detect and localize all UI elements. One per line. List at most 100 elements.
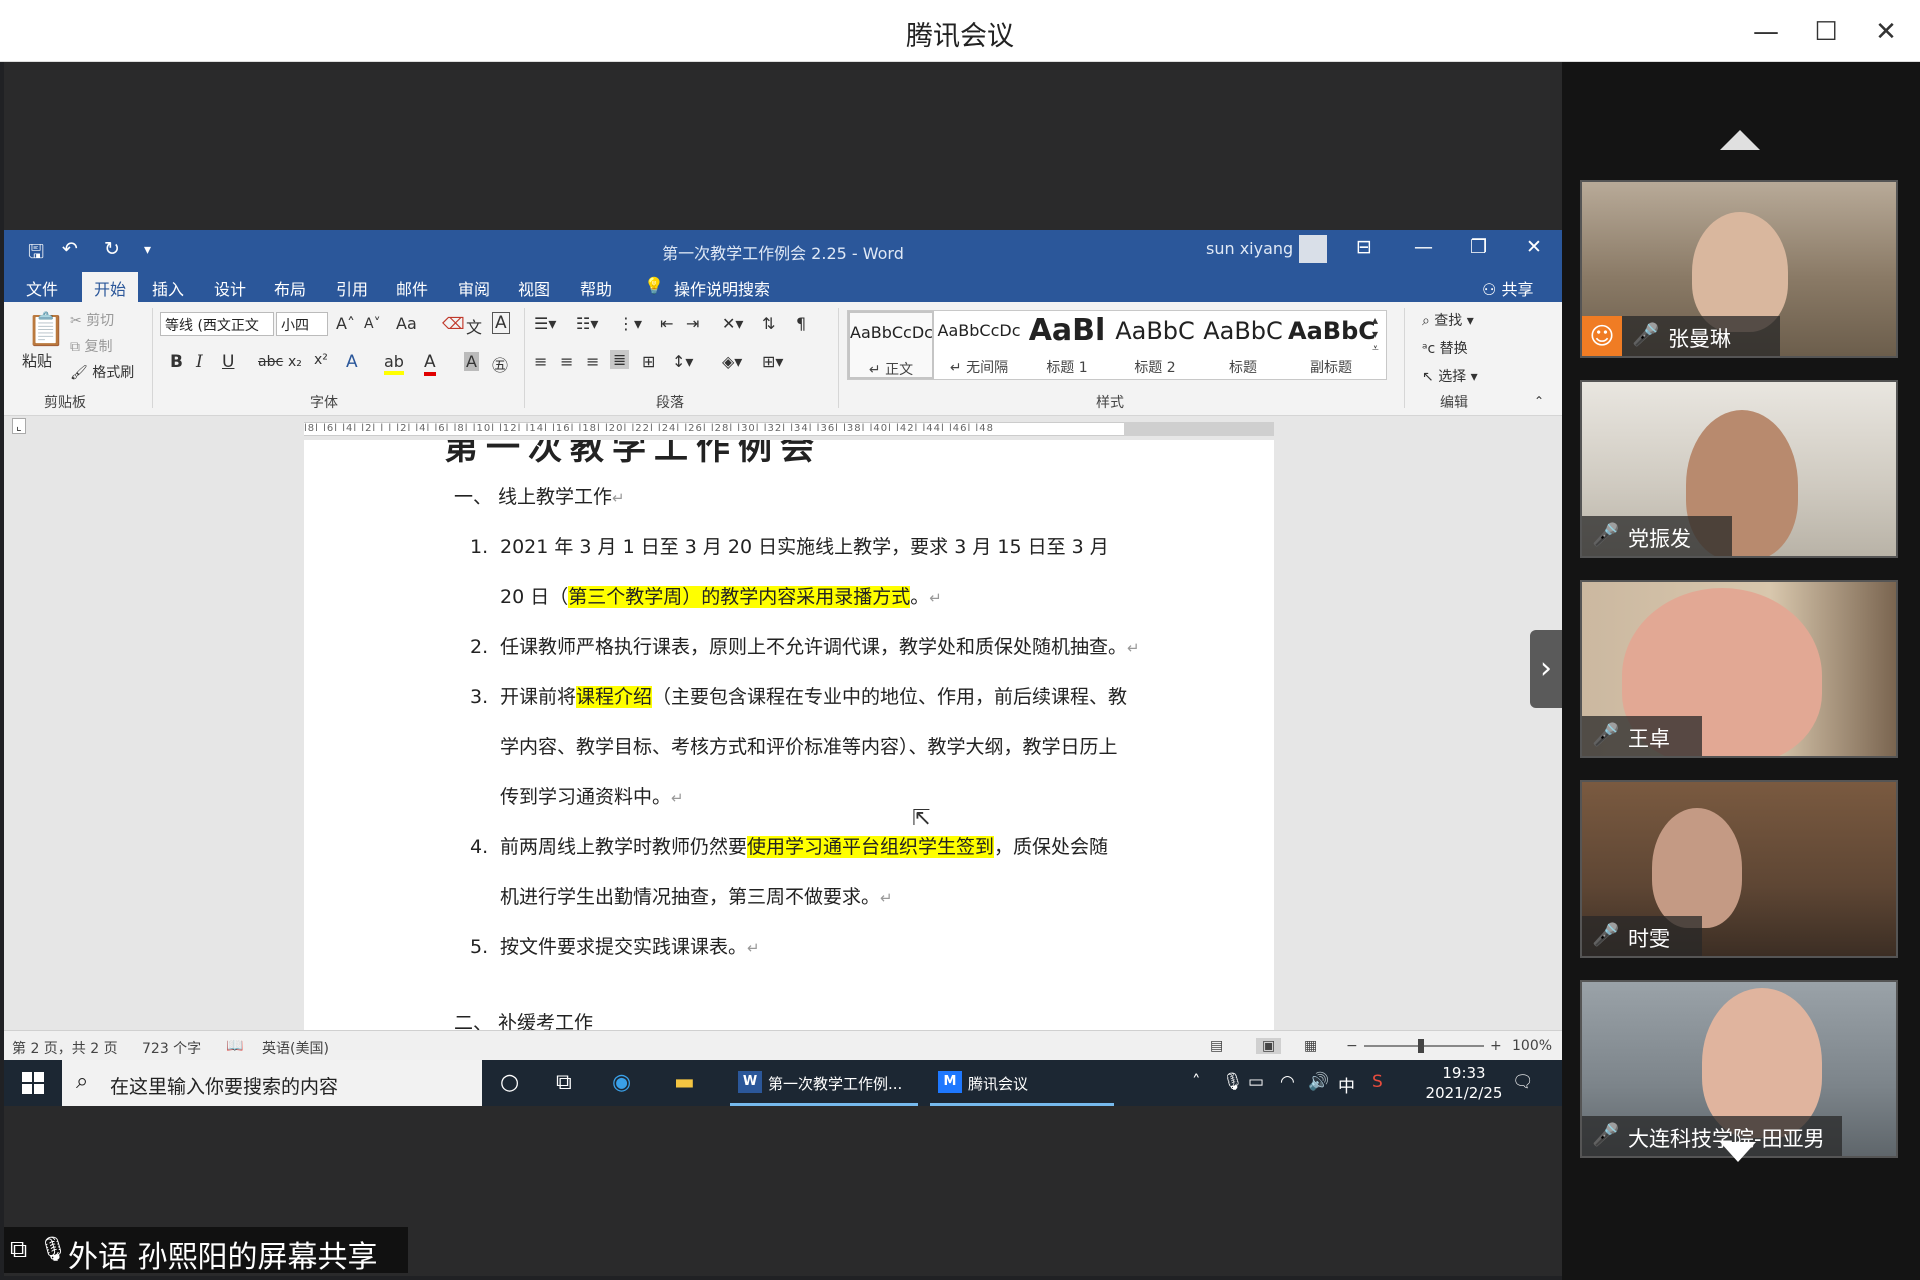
- word-minimize-icon[interactable]: —: [1414, 236, 1433, 258]
- clear-format-icon[interactable]: ⌫: [442, 314, 465, 333]
- paste-icon[interactable]: 📋: [26, 310, 66, 348]
- char-shading-icon[interactable]: A: [464, 352, 479, 371]
- taskbar-clock[interactable]: 19:33 2021/2/25: [1414, 1063, 1514, 1103]
- zoom-slider[interactable]: [1364, 1045, 1484, 1047]
- participant-tile[interactable]: 🎤 王卓: [1580, 580, 1898, 758]
- format-painter-button[interactable]: 🖌 格式刷: [70, 362, 134, 382]
- align-right-icon[interactable]: ≡: [586, 352, 599, 371]
- tab-mailings[interactable]: 邮件: [396, 276, 428, 300]
- participant-tile[interactable]: 🎤 大连科技学院-田亚男: [1580, 980, 1898, 1158]
- align-left-icon[interactable]: ≡: [534, 352, 547, 371]
- tray-chevron-icon[interactable]: ˄: [1192, 1072, 1201, 1092]
- cortana-icon[interactable]: ○: [500, 1070, 519, 1095]
- tab-file[interactable]: 文件: [26, 276, 58, 300]
- font-size-select[interactable]: 小四: [276, 312, 328, 336]
- scroll-up-icon[interactable]: [1720, 130, 1760, 150]
- tab-layout[interactable]: 布局: [274, 276, 306, 300]
- user-avatar[interactable]: [1299, 235, 1327, 263]
- close-icon[interactable]: ✕: [1866, 12, 1906, 52]
- decrease-indent-icon[interactable]: ⇤: [660, 314, 673, 333]
- share-button[interactable]: ⚇ 共享: [1482, 276, 1533, 300]
- page-count[interactable]: 第 2 页，共 2 页: [12, 1038, 118, 1058]
- sort-icon[interactable]: ⇅: [762, 314, 775, 333]
- change-case-button[interactable]: Aa: [396, 314, 417, 333]
- document-page[interactable]: 第一次教学工作例会 一、 线上教学工作↵ 1. 2021 年 3 月 1 日至 3…: [304, 440, 1274, 1030]
- tab-help[interactable]: 帮助: [580, 276, 612, 300]
- tab-insert[interactable]: 插入: [152, 276, 184, 300]
- style-heading-1[interactable]: AaBl 标题 1: [1024, 311, 1110, 379]
- gallery-scroll-icon[interactable]: ▴ ▾ ⩡: [1372, 313, 1379, 356]
- borders-icon[interactable]: ⊞▾: [762, 352, 783, 371]
- sogou-ime-icon[interactable]: S: [1372, 1072, 1383, 1092]
- enclose-char-icon[interactable]: ㊄: [492, 352, 508, 376]
- notification-icon[interactable]: 🗨: [1512, 1072, 1534, 1092]
- taskbar-tencent-meeting[interactable]: M 腾讯会议: [930, 1060, 1114, 1106]
- zoom-out-icon[interactable]: −: [1346, 1038, 1358, 1054]
- line-spacing-icon[interactable]: ↕▾: [672, 352, 693, 371]
- tab-home[interactable]: 开始: [82, 272, 139, 302]
- windows-start-icon[interactable]: [4, 1060, 62, 1106]
- volume-icon[interactable]: 🔊: [1308, 1072, 1329, 1092]
- italic-icon[interactable]: I: [196, 352, 203, 372]
- expand-panel-button[interactable]: ›: [1530, 630, 1562, 708]
- edge-icon[interactable]: ◉: [612, 1070, 631, 1095]
- subscript-icon[interactable]: x₂: [288, 354, 302, 370]
- find-button[interactable]: ⌕ 查找 ▾: [1422, 310, 1474, 330]
- proofing-icon[interactable]: 📖: [226, 1038, 243, 1054]
- participant-tile[interactable]: 🎤 党振发: [1580, 380, 1898, 558]
- tab-design[interactable]: 设计: [214, 276, 246, 300]
- numbering-icon[interactable]: ☷▾: [576, 314, 598, 333]
- scroll-down-icon[interactable]: [1720, 1142, 1756, 1162]
- collapse-ribbon-icon[interactable]: ⌃: [1534, 394, 1544, 408]
- wifi-icon[interactable]: ◠: [1280, 1072, 1295, 1092]
- select-button[interactable]: ↖ 选择 ▾: [1422, 366, 1478, 386]
- font-color-icon[interactable]: A: [424, 352, 436, 376]
- minimize-icon[interactable]: —: [1746, 12, 1786, 52]
- word-restore-icon[interactable]: ❐: [1470, 236, 1487, 258]
- tab-review[interactable]: 审阅: [458, 276, 490, 300]
- participant-tile[interactable]: ☺ 🎤 张曼琳: [1580, 180, 1898, 358]
- web-layout-icon[interactable]: ▦: [1304, 1038, 1317, 1054]
- zoom-slider-thumb[interactable]: [1418, 1039, 1424, 1053]
- ime-indicator[interactable]: 中: [1338, 1072, 1355, 1097]
- superscript-icon[interactable]: x²: [314, 352, 328, 368]
- language[interactable]: 英语(美国): [262, 1038, 329, 1058]
- paste-button[interactable]: 粘贴: [22, 350, 52, 371]
- show-marks-icon[interactable]: ¶: [796, 314, 806, 333]
- distributed-icon[interactable]: ⊞: [642, 352, 655, 371]
- style-heading-2[interactable]: AaBbC 标题 2: [1112, 311, 1198, 379]
- read-mode-icon[interactable]: ▤: [1210, 1038, 1223, 1054]
- taskbar-word[interactable]: W 第一次教学工作例...: [730, 1060, 918, 1106]
- text-effects-icon[interactable]: A: [346, 352, 358, 372]
- multilevel-list-icon[interactable]: ⋮▾: [618, 314, 642, 333]
- strikethrough-icon[interactable]: abc: [258, 354, 283, 370]
- user-name[interactable]: sun xiyang: [1206, 239, 1293, 258]
- file-explorer-icon[interactable]: ▬: [674, 1070, 695, 1095]
- grow-font-icon[interactable]: A˄: [336, 314, 355, 333]
- underline-icon[interactable]: U: [222, 352, 234, 372]
- task-view-icon[interactable]: ⧉: [556, 1070, 572, 1095]
- chinese-layout-icon[interactable]: ✕▾: [722, 314, 743, 333]
- ribbon-display-icon[interactable]: ⊟: [1356, 236, 1372, 258]
- battery-icon[interactable]: ▭: [1248, 1072, 1264, 1092]
- word-count[interactable]: 723 个字: [142, 1038, 201, 1058]
- replace-button[interactable]: ᵃc 替换: [1422, 338, 1468, 358]
- style-normal[interactable]: AaBbCcDc ↵ 正文: [848, 311, 934, 379]
- style-no-spacing[interactable]: AaBbCcDc ↵ 无间隔: [936, 311, 1022, 379]
- shrink-font-icon[interactable]: A˅: [364, 316, 381, 332]
- print-layout-icon[interactable]: ▣: [1256, 1038, 1282, 1054]
- phonetic-guide-icon[interactable]: 文: [466, 314, 482, 338]
- bullets-icon[interactable]: ☰▾: [534, 314, 556, 333]
- char-border-icon[interactable]: A: [492, 312, 510, 334]
- align-center-icon[interactable]: ≡: [560, 352, 573, 371]
- increase-indent-icon[interactable]: ⇥: [686, 314, 699, 333]
- bold-icon[interactable]: B: [170, 352, 183, 372]
- style-subtitle[interactable]: AaBbC 副标题: [1288, 311, 1374, 379]
- tab-references[interactable]: 引用: [336, 276, 368, 300]
- taskbar-search-box[interactable]: ⌕ 在这里输入你要搜索的内容: [62, 1060, 482, 1106]
- copy-button[interactable]: ⧉ 复制: [70, 336, 112, 356]
- zoom-level[interactable]: 100%: [1512, 1038, 1552, 1054]
- tab-view[interactable]: 视图: [518, 276, 550, 300]
- font-name-select[interactable]: 等线 (西文正文: [160, 312, 274, 336]
- tell-me-search[interactable]: 操作说明搜索: [674, 276, 770, 300]
